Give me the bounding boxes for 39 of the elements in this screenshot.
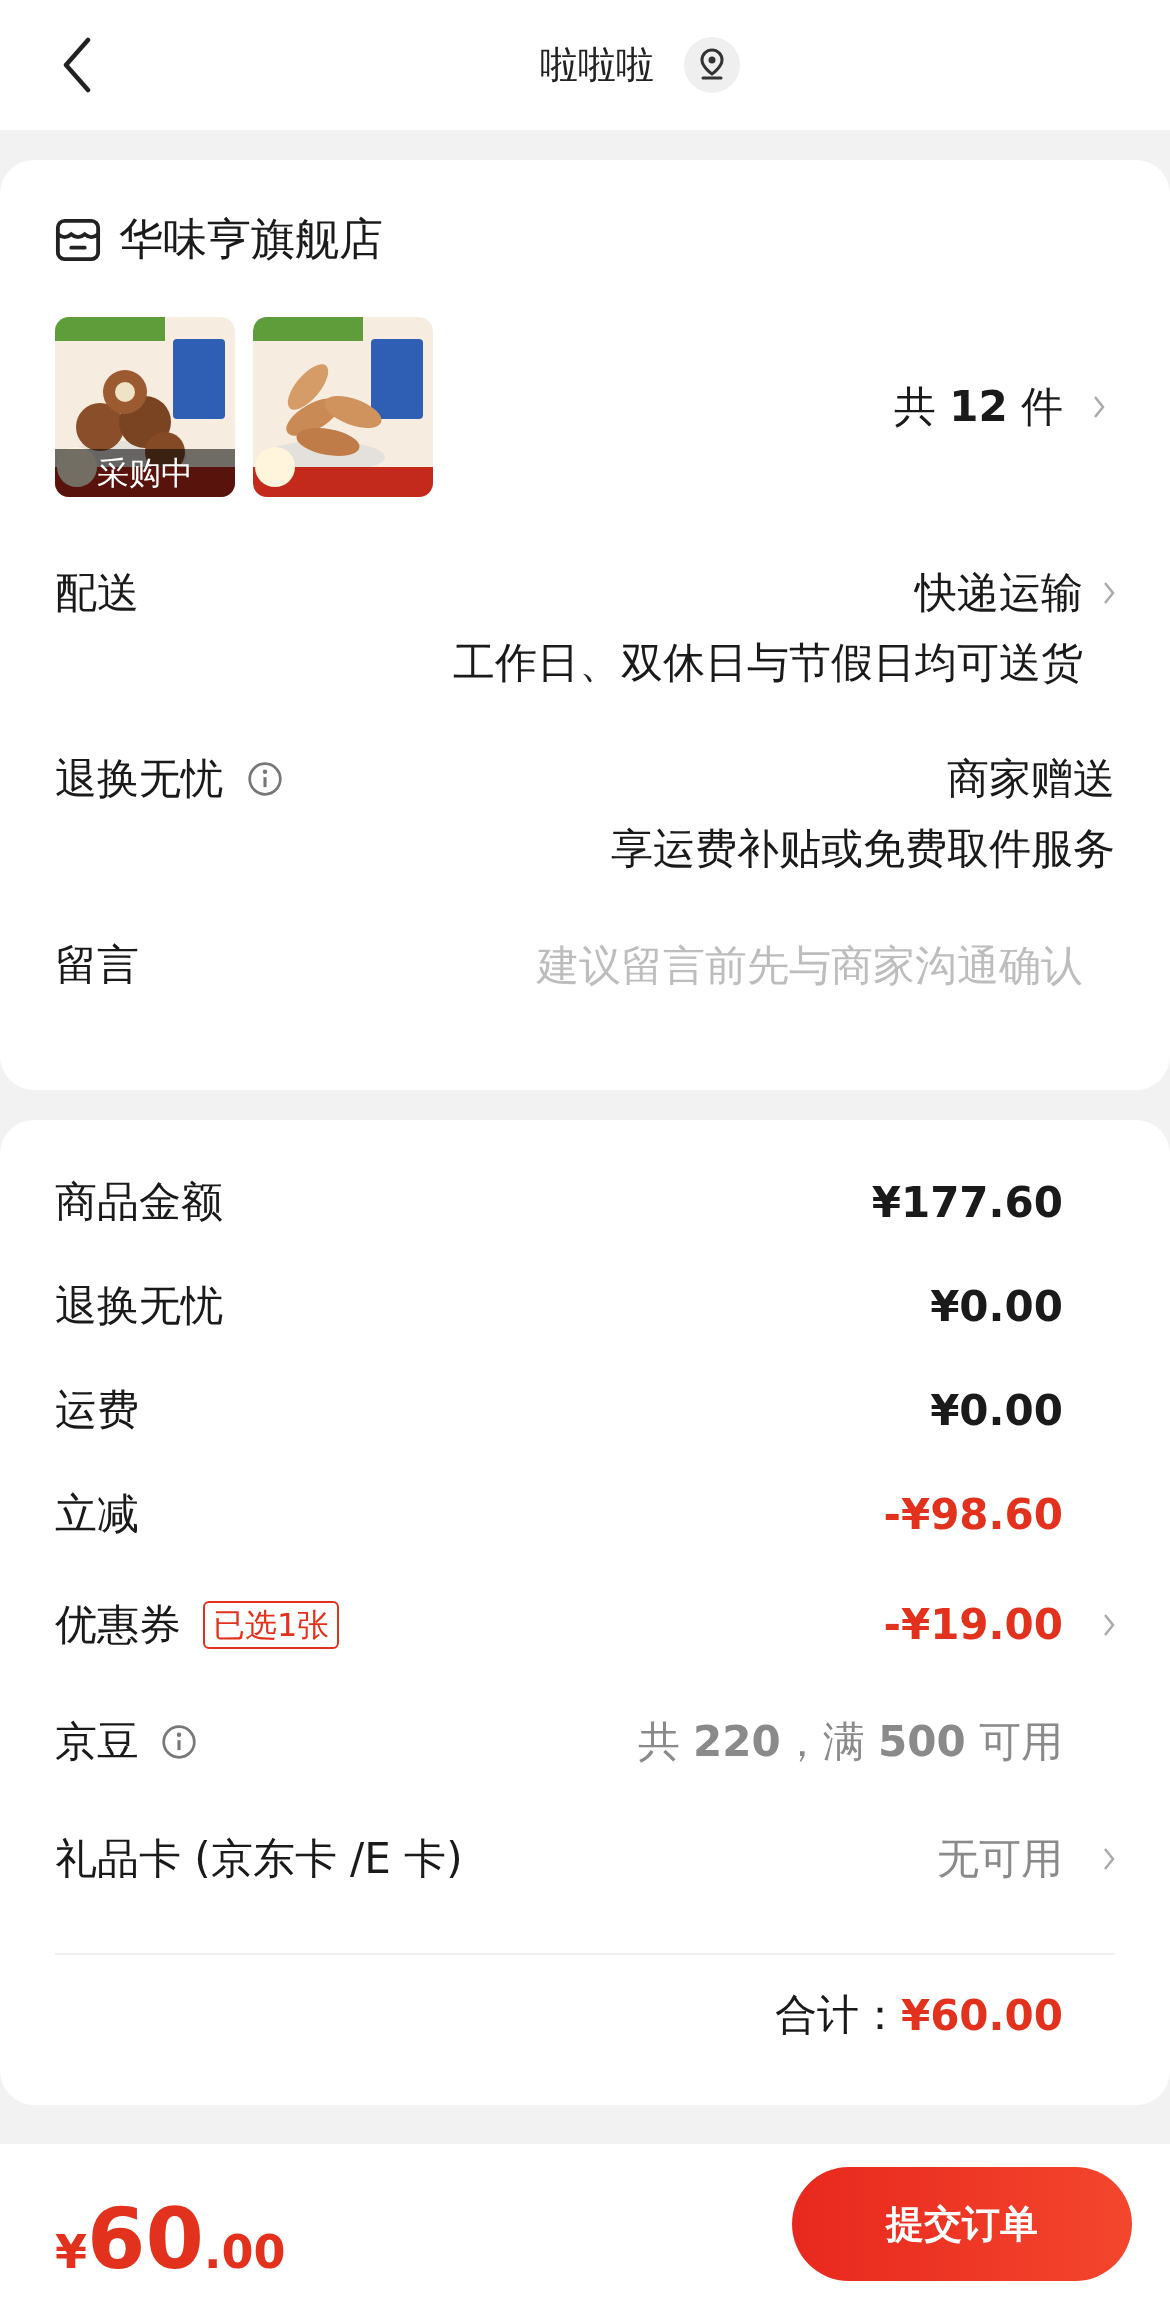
summary-label: 退换无忧: [55, 1280, 223, 1332]
chevron-right-icon[interactable]: [1103, 1612, 1115, 1637]
back-icon[interactable]: [62, 37, 92, 93]
chevron-right-icon[interactable]: [1103, 581, 1115, 605]
summary-label: 运费: [55, 1384, 139, 1436]
summary-label: 礼品卡 (京东卡 /E 卡): [55, 1832, 463, 1885]
pay-amount: ¥60.00: [55, 2190, 286, 2288]
option-label: 退换无忧: [55, 753, 223, 805]
summary-value: ¥0.00: [930, 1385, 1063, 1435]
item-count[interactable]: 共 12 件: [893, 379, 1063, 435]
info-icon[interactable]: [247, 761, 283, 797]
total-amount: ¥60.00: [900, 1990, 1063, 2040]
summary-value: ¥0.00: [930, 1281, 1063, 1331]
summary-value: -¥98.60: [883, 1489, 1063, 1539]
coupon-badge: 已选1张: [203, 1600, 340, 1649]
option-label: 留言: [55, 939, 139, 991]
summary-label: 优惠券: [55, 1598, 181, 1651]
summary-value: ¥177.60: [871, 1177, 1063, 1227]
page-title: 啦啦啦: [540, 41, 654, 89]
option-value[interactable]: 快递运输: [915, 563, 1083, 623]
option-note: 享运费补贴或免费取件服务: [611, 823, 1115, 875]
info-icon[interactable]: [161, 1723, 197, 1760]
summary-value: 共 220，满 500 可用: [637, 1715, 1063, 1768]
option-note: 工作日、双休日与节假日均可送货: [453, 637, 1083, 689]
chevron-right-icon[interactable]: [1103, 1846, 1115, 1871]
summary-label: 立减: [55, 1488, 139, 1540]
summary-value[interactable]: -¥19.00: [883, 1600, 1063, 1649]
shop-name[interactable]: 华味亨旗舰店: [119, 210, 383, 269]
location-pin-icon[interactable]: [684, 37, 740, 93]
summary-label: 京豆: [55, 1715, 139, 1768]
purchasing-label: 采购中: [55, 449, 235, 497]
store-icon: [55, 216, 101, 263]
option-label: 配送: [55, 567, 139, 619]
summary-label: 商品金额: [55, 1176, 223, 1228]
message-field[interactable]: 建议留言前先与商家沟通确认: [383, 940, 1083, 990]
chevron-right-icon[interactable]: [1093, 395, 1105, 419]
total-label: 合计：: [774, 1989, 901, 2041]
submit-order-button[interactable]: 提交订单: [792, 2167, 1132, 2281]
option-value[interactable]: 商家赠送: [947, 749, 1115, 809]
